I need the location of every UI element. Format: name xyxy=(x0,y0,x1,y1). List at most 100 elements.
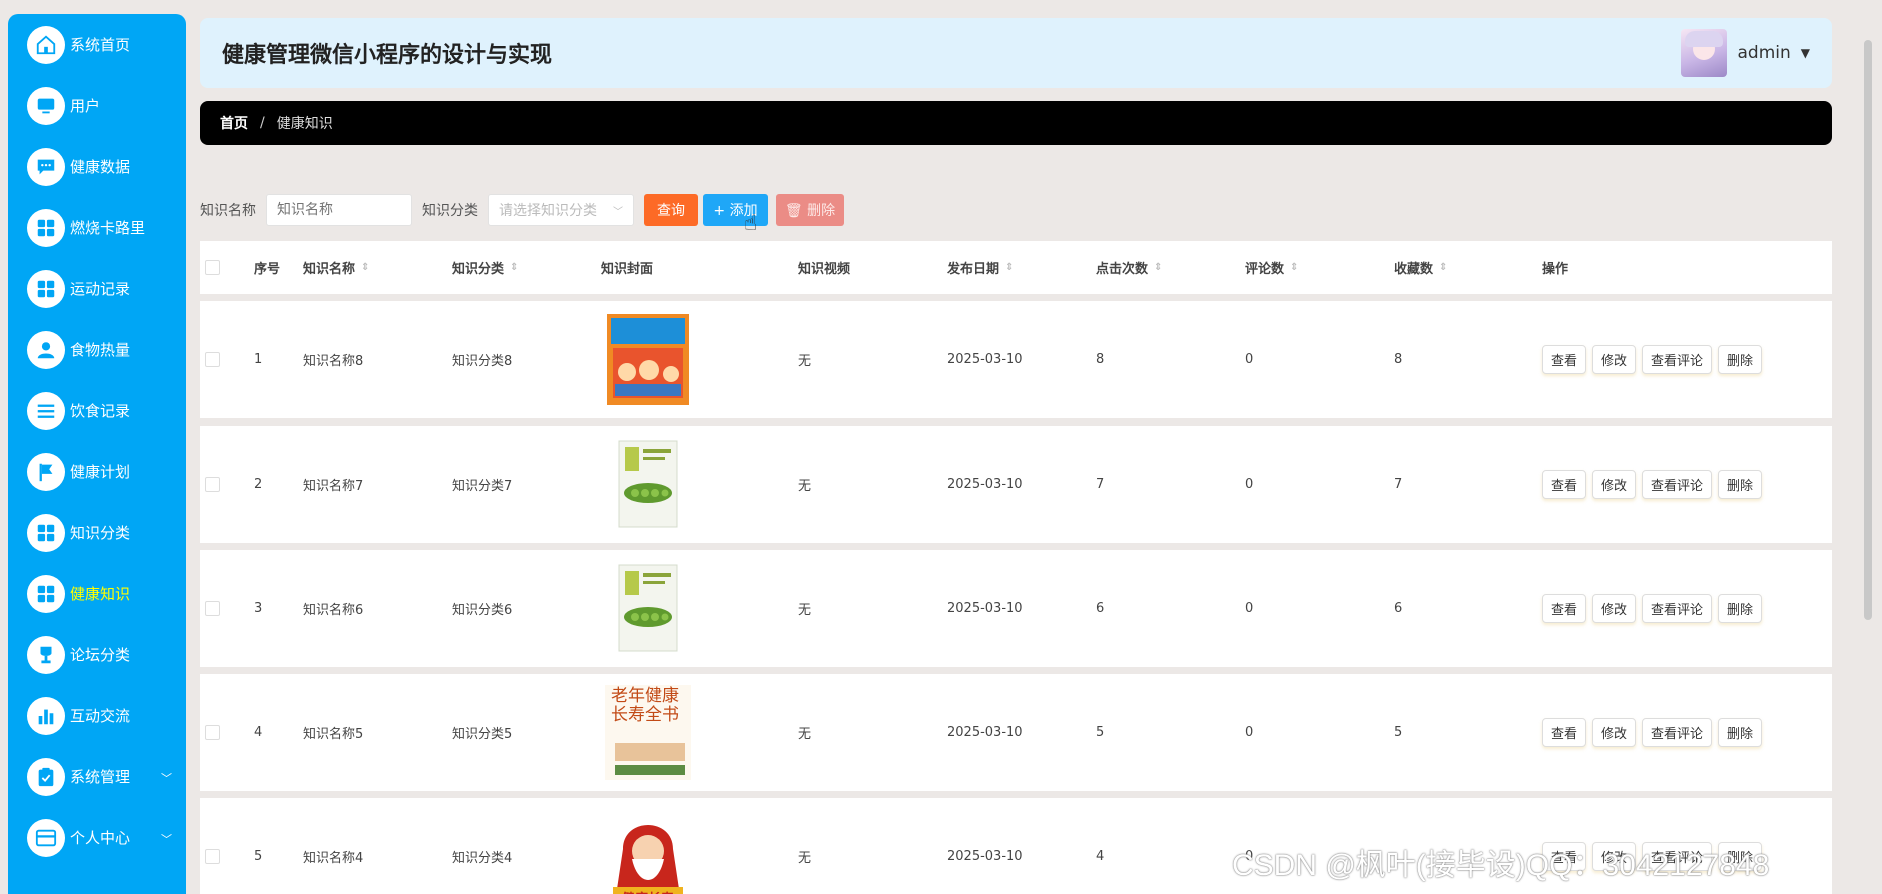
row-cover xyxy=(605,550,691,667)
cover-image[interactable] xyxy=(605,561,691,656)
row-date-text: 2025-03-10 xyxy=(947,601,1023,616)
sidebar-item-8[interactable]: 知识分类 xyxy=(8,502,186,563)
edit-button[interactable]: 修改 xyxy=(1592,594,1637,623)
view-button[interactable]: 查看 xyxy=(1542,470,1587,499)
row-comments: 0 xyxy=(1245,301,1253,418)
row-video: 无 xyxy=(798,301,811,418)
edit-button[interactable]: 修改 xyxy=(1592,470,1637,499)
sidebar: 系统首页 用户健康数据燃烧卡路里运动记录 食物热量 饮食记录 健康计划知识分类健康知识论… xyxy=(8,14,186,894)
sidebar-item-4[interactable]: 运动记录 xyxy=(8,258,186,319)
add-button[interactable]: + 添加 xyxy=(703,194,768,226)
edit-button[interactable]: 修改 xyxy=(1592,718,1637,747)
col-category[interactable]: 知识分类 ⇕ xyxy=(452,241,518,294)
sidebar-item-label: 论坛分类 xyxy=(70,646,131,664)
cover-image[interactable] xyxy=(605,437,691,532)
edit-button[interactable]: 修改 xyxy=(1592,345,1637,374)
category-select[interactable]: 请选择知识分类 ﹀ xyxy=(488,194,634,226)
clipboard-icon xyxy=(27,757,65,796)
view-button[interactable]: 查看 xyxy=(1542,718,1587,747)
row-select-cell xyxy=(205,426,220,543)
sidebar-item-2[interactable]: 健康数据 xyxy=(8,136,186,197)
row-video-text: 无 xyxy=(798,727,812,742)
row-favorites-text: 5 xyxy=(1394,725,1403,740)
sidebar-item-5[interactable]: 食物热量 xyxy=(8,319,186,380)
delete-row-button[interactable]: 删除 xyxy=(1718,594,1763,623)
sidebar-item-label: 燃烧卡路里 xyxy=(70,219,146,237)
row-checkbox[interactable] xyxy=(205,352,220,367)
view-button[interactable]: 查看 xyxy=(1542,594,1587,623)
view-button[interactable]: 查看 xyxy=(1542,345,1587,374)
sidebar-item-label: 健康数据 xyxy=(70,158,131,176)
cover-image[interactable]: 老年健康长寿全书 xyxy=(605,685,691,780)
col-date[interactable]: 发布日期 ⇕ xyxy=(947,241,1013,294)
col-favorites[interactable]: 收藏数 ⇕ xyxy=(1394,241,1447,294)
sort-icon[interactable]: ⇕ xyxy=(1154,262,1162,273)
col-clicks[interactable]: 点击次数 ⇕ xyxy=(1096,241,1162,294)
sidebar-item-label: 知识分类 xyxy=(70,524,131,542)
sidebar-item-1[interactable]: 用户 xyxy=(8,75,186,136)
row-checkbox[interactable] xyxy=(205,477,220,492)
caret-down-icon[interactable]: ▼ xyxy=(1801,46,1810,60)
view-comments-button[interactable]: 查看评论 xyxy=(1642,470,1713,499)
sort-icon[interactable]: ⇕ xyxy=(1290,262,1298,273)
col-name[interactable]: 知识名称 ⇕ xyxy=(303,241,369,294)
select-all-checkbox[interactable] xyxy=(205,260,220,275)
breadcrumb: 首页 / 健康知识 xyxy=(200,101,1832,145)
chevron-down-icon: ﹀ xyxy=(161,833,172,846)
row-name: 知识名称7 xyxy=(303,426,363,543)
select-all-cell xyxy=(205,241,220,294)
row-category: 知识分类7 xyxy=(452,426,512,543)
row-comments: 0 xyxy=(1245,674,1253,791)
sidebar-item-6[interactable]: 饮食记录 xyxy=(8,380,186,441)
sidebar-item-13[interactable]: 个人中心 ﹀ xyxy=(8,807,186,868)
row-checkbox[interactable] xyxy=(205,601,220,616)
row-cover xyxy=(605,426,691,543)
delete-row-button[interactable]: 删除 xyxy=(1718,345,1763,374)
sidebar-item-11[interactable]: 互动交流 xyxy=(8,685,186,746)
row-category: 知识分类8 xyxy=(452,301,512,418)
chevron-down-icon: ﹀ xyxy=(613,206,623,218)
row-category: 知识分类5 xyxy=(452,674,512,791)
row-checkbox[interactable] xyxy=(205,849,220,864)
avatar[interactable] xyxy=(1681,29,1728,77)
name-search-input[interactable] xyxy=(266,194,412,226)
view-comments-button[interactable]: 查看评论 xyxy=(1642,345,1713,374)
row-name: 知识名称4 xyxy=(303,798,363,894)
sidebar-item-10[interactable]: 论坛分类 xyxy=(8,624,186,685)
sidebar-item-0[interactable]: 系统首页 xyxy=(8,14,186,75)
sidebar-item-12[interactable]: 系统管理 ﹀ xyxy=(8,746,186,807)
col-comments[interactable]: 评论数 ⇕ xyxy=(1245,241,1298,294)
sidebar-item-label: 个人中心 xyxy=(70,829,131,847)
col-index: 序号 xyxy=(254,241,280,294)
sidebar-item-3[interactable]: 燃烧卡路里 xyxy=(8,197,186,258)
delete-button[interactable]: 🗑 删除 xyxy=(776,194,844,226)
row-checkbox[interactable] xyxy=(205,725,220,740)
search-button[interactable]: 查询 xyxy=(644,194,698,226)
user-menu[interactable]: admin ▼ xyxy=(1681,29,1810,77)
page-title: 健康管理微信小程序的设计与实现 xyxy=(222,43,553,68)
sort-icon[interactable]: ⇕ xyxy=(361,262,369,273)
sort-icon[interactable]: ⇕ xyxy=(1439,262,1447,273)
sidebar-item-7[interactable]: 健康计划 xyxy=(8,441,186,502)
username[interactable]: admin xyxy=(1737,43,1790,63)
scrollbar[interactable] xyxy=(1864,40,1872,620)
watermark: CSDN @枫叶(接毕设)QQ：3042127848 xyxy=(1232,849,1770,882)
row-date: 2025-03-10 xyxy=(947,426,1023,543)
row-cover xyxy=(605,301,691,418)
sort-icon[interactable]: ⇕ xyxy=(510,262,518,273)
monitor-icon xyxy=(27,86,65,125)
view-comments-button[interactable]: 查看评论 xyxy=(1642,718,1713,747)
row-video-text: 无 xyxy=(798,479,812,494)
delete-row-button[interactable]: 删除 xyxy=(1718,470,1763,499)
cover-image[interactable]: 健康长寿 xyxy=(605,809,691,894)
breadcrumb-home[interactable]: 首页 xyxy=(220,113,248,133)
elderly-health-book: 老年健康长寿全书 xyxy=(605,685,691,780)
row-name: 知识名称8 xyxy=(303,301,363,418)
view-comments-button[interactable]: 查看评论 xyxy=(1642,594,1713,623)
sidebar-item-label: 系统管理 xyxy=(70,768,131,786)
table-header: 序号 知识名称 ⇕ 知识分类 ⇕ 知识封面 知识视频 发布日期 ⇕ 点击次数 ⇕ 评论数… xyxy=(200,241,1832,294)
cover-image[interactable] xyxy=(605,312,691,407)
sidebar-item-9[interactable]: 健康知识 xyxy=(8,563,186,624)
sort-icon[interactable]: ⇕ xyxy=(1005,262,1013,273)
delete-row-button[interactable]: 删除 xyxy=(1718,718,1763,747)
